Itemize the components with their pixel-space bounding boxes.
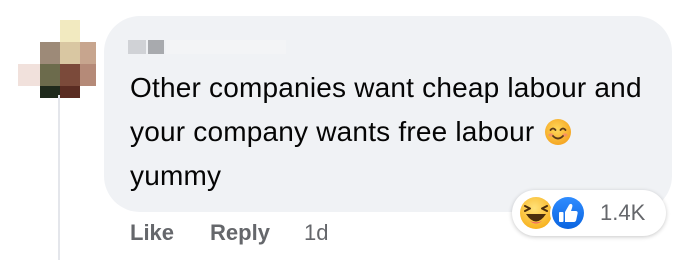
timestamp[interactable]: 1d: [304, 220, 328, 246]
comment-actions: Like Reply 1d: [130, 218, 328, 248]
reactions-summary[interactable]: 1.4K: [512, 190, 666, 236]
reaction-count: 1.4K: [600, 200, 646, 225]
smiling-face-with-smiling-eyes-icon: [544, 115, 572, 145]
author-name-redacted[interactable]: [128, 38, 288, 56]
thread-line: [58, 95, 60, 260]
like-button[interactable]: Like: [130, 220, 174, 246]
reply-button[interactable]: Reply: [210, 220, 270, 246]
comment-text-tail: yummy: [130, 160, 222, 191]
comment-thread: Other companies want cheap labour and yo…: [0, 0, 688, 260]
comment-text: Other companies want cheap labour and yo…: [130, 66, 650, 198]
like-thumb-icon: [548, 193, 588, 233]
